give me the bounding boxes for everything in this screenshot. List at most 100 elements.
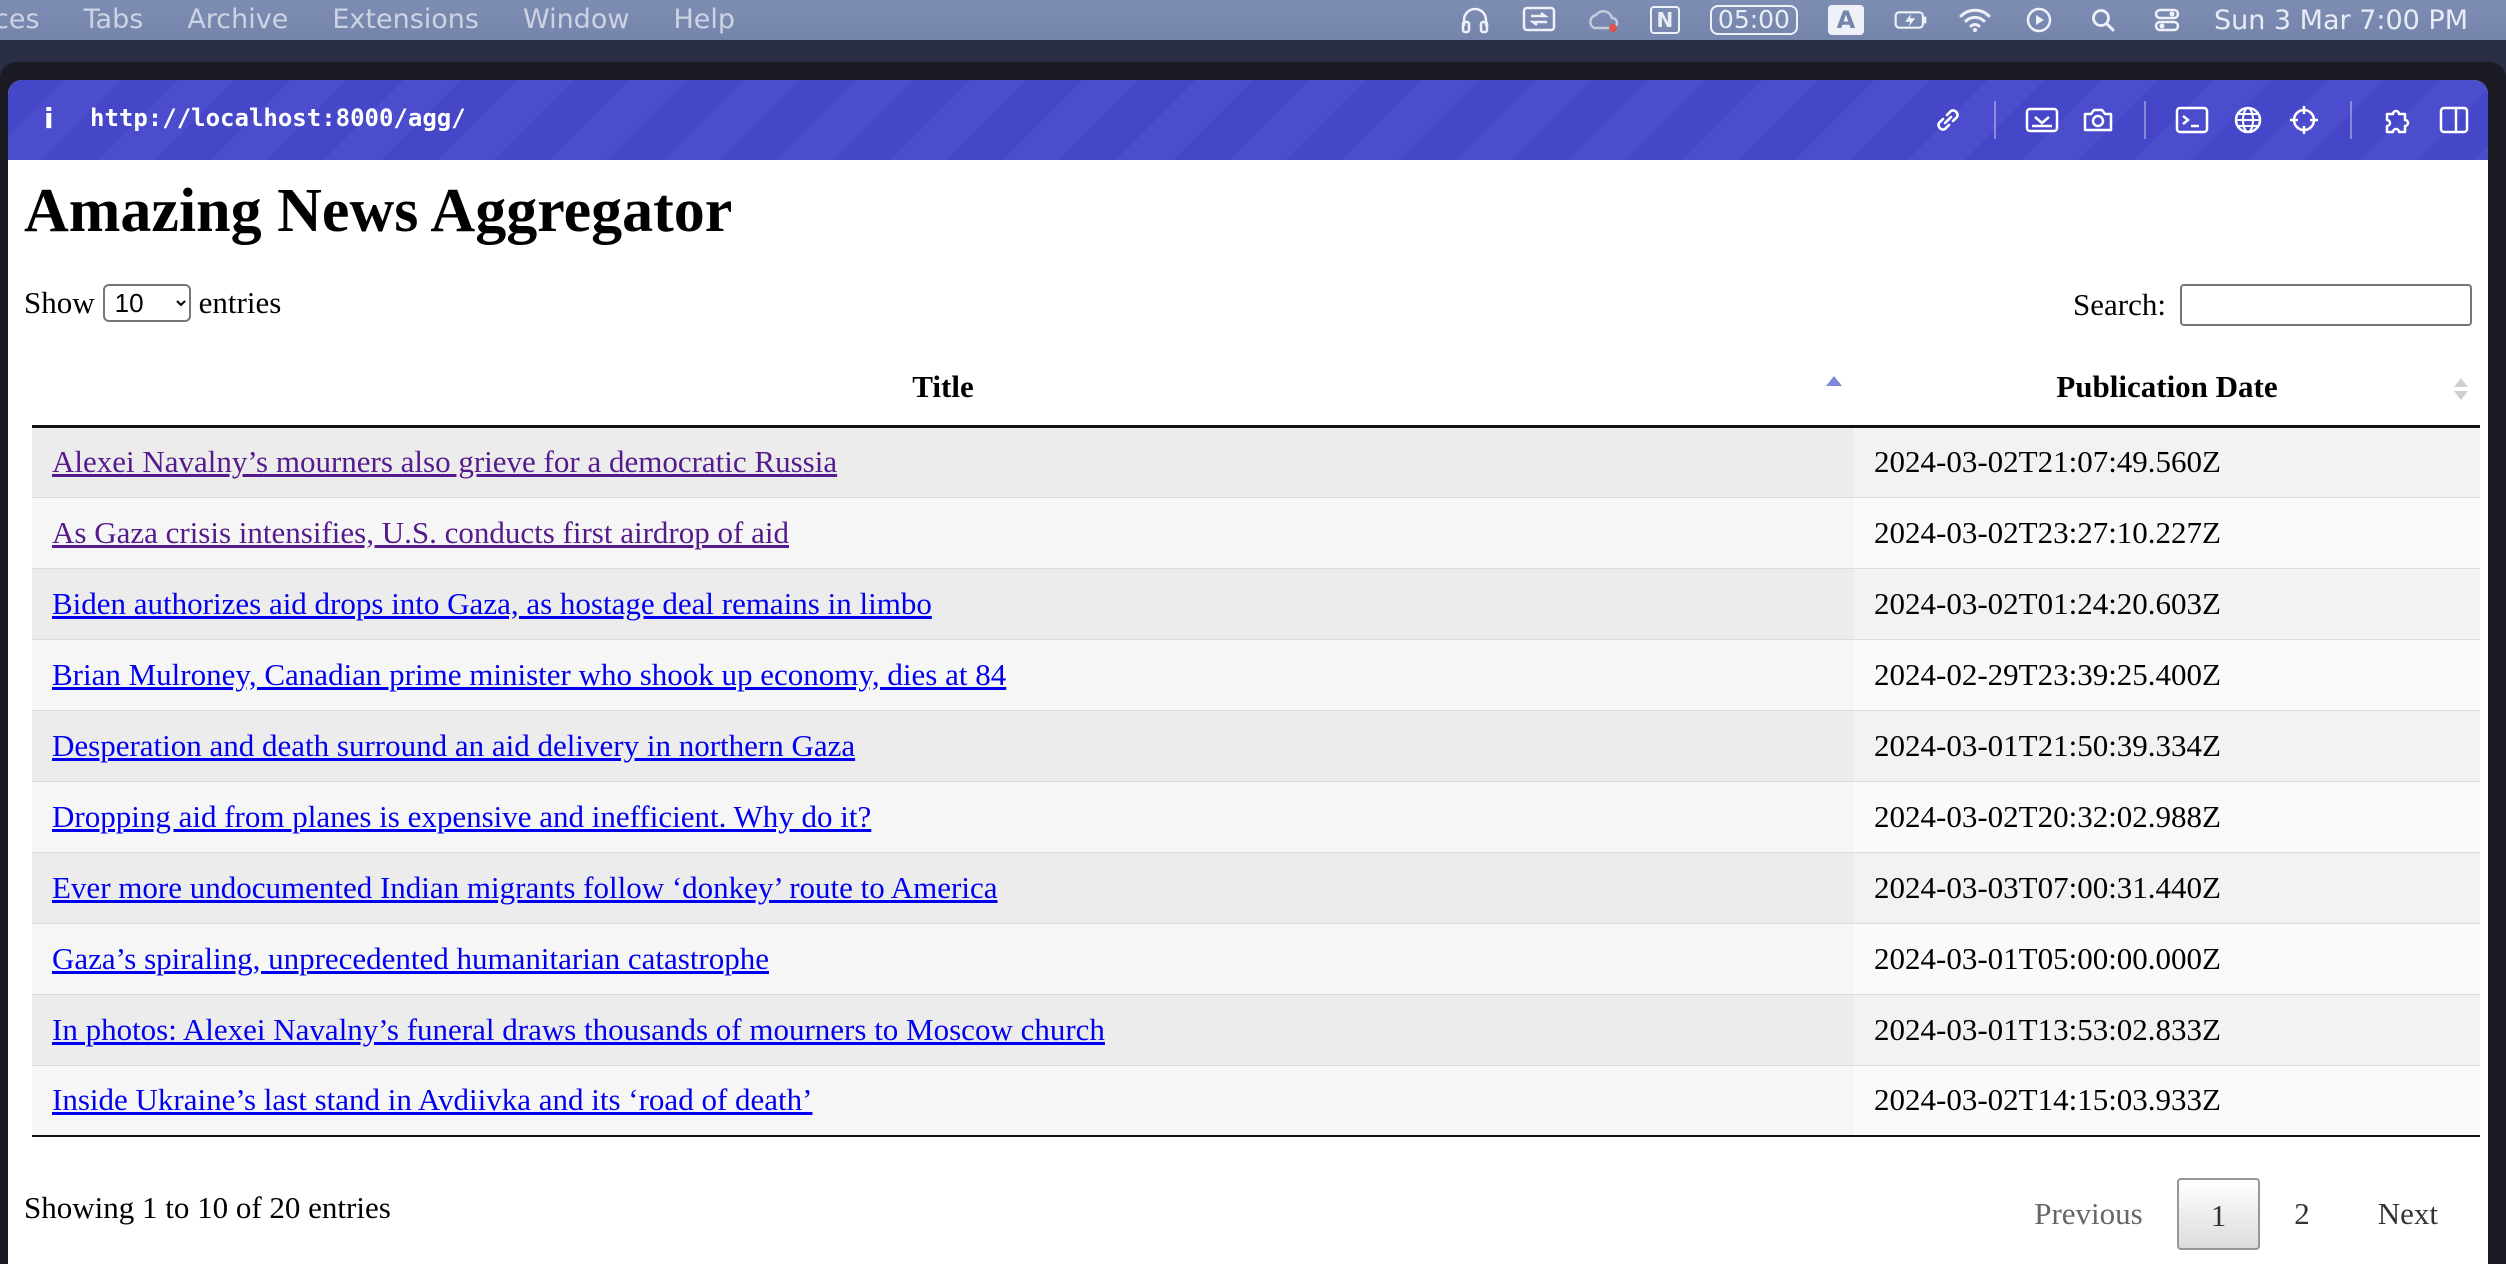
terminal-icon[interactable] (2174, 102, 2210, 138)
publication-date-cell: 2024-03-02T23:27:10.227Z (1854, 497, 2480, 568)
menu-item-services[interactable]: ces (0, 4, 40, 35)
length-suffix: entries (198, 285, 282, 320)
column-header-title[interactable]: Title (32, 350, 1854, 428)
sidebar-toggle-icon[interactable] (2436, 102, 2472, 138)
entries-select[interactable]: 10 (102, 284, 191, 322)
publication-date-cell: 2024-03-02T21:07:49.560Z (1854, 426, 2480, 497)
title-cell: Dropping aid from planes is expensive an… (32, 781, 1854, 852)
title-cell: Brian Mulroney, Canadian prime minister … (32, 639, 1854, 710)
url-field[interactable]: http://localhost:8000/agg/ (90, 104, 466, 132)
screen-sync-icon[interactable] (1522, 6, 1556, 34)
table-controls: Show 10 entries Search: (24, 270, 2472, 330)
article-link[interactable]: Alexei Navalny’s mourners also grieve fo… (52, 444, 837, 479)
search-control: Search: (2073, 284, 2472, 326)
page-title: Amazing News Aggregator (24, 177, 733, 245)
extensions-icon[interactable] (2380, 102, 2416, 138)
article-link[interactable]: Gaza’s spiraling, unprecedented humanita… (52, 941, 769, 976)
table-row: In photos: Alexei Navalny’s funeral draw… (32, 994, 2480, 1065)
table-row: As Gaza crisis intensifies, U.S. conduct… (32, 497, 2480, 568)
article-link[interactable]: Ever more undocumented Indian migrants f… (52, 870, 998, 905)
column-header-date-label: Publication Date (2056, 369, 2278, 405)
table-row: Dropping aid from planes is expensive an… (32, 781, 2480, 852)
timer-display[interactable]: 05:00 (1709, 5, 1798, 35)
table-header-row: Title Publication Date (32, 350, 2480, 428)
table-row: Brian Mulroney, Canadian prime minister … (32, 639, 2480, 710)
pagination: Previous 1 2 Next (2000, 1178, 2472, 1250)
input-source-icon[interactable]: A (1827, 5, 1864, 35)
page-button-2[interactable]: 2 (2260, 1178, 2344, 1250)
title-cell: In photos: Alexei Navalny’s funeral draw… (32, 994, 1854, 1065)
globe-icon[interactable] (2230, 102, 2266, 138)
title-cell: Gaza’s spiraling, unprecedented humanita… (32, 923, 1854, 994)
length-prefix: Show (24, 285, 95, 320)
title-cell: Desperation and death surround an aid de… (32, 710, 1854, 781)
control-center-icon[interactable] (2150, 6, 2184, 34)
search-label: Search: (2073, 287, 2166, 322)
crosshair-icon[interactable] (2286, 102, 2322, 138)
title-cell: Ever more undocumented Indian migrants f… (32, 852, 1854, 923)
publication-date-cell: 2024-03-02T14:15:03.933Z (1854, 1065, 2480, 1136)
menu-bar: ces Tabs Archive Extensions Window Help … (0, 0, 2506, 40)
search-icon[interactable] (2086, 6, 2120, 34)
link-icon[interactable] (1930, 102, 1966, 138)
app-menus: ces Tabs Archive Extensions Window Help (0, 4, 779, 35)
next-page-button[interactable]: Next (2344, 1178, 2472, 1250)
menu-item-window[interactable]: Window (523, 4, 629, 35)
article-link[interactable]: Dropping aid from planes is expensive an… (52, 799, 871, 834)
status-area: N 05:00 A Sun 3 Mar 7:00 PM (1428, 0, 2468, 40)
table-row: Gaza’s spiraling, unprecedented humanita… (32, 923, 2480, 994)
search-input[interactable] (2180, 284, 2472, 326)
screenshot-area-icon[interactable] (2024, 102, 2060, 138)
article-link[interactable]: Desperation and death surround an aid de… (52, 728, 855, 763)
table-row: Desperation and death surround an aid de… (32, 710, 2480, 781)
article-link[interactable]: In photos: Alexei Navalny’s funeral draw… (52, 1012, 1105, 1047)
page-button-1[interactable]: 1 (2176, 1178, 2261, 1250)
column-header-publication-date[interactable]: Publication Date (1854, 350, 2480, 428)
publication-date-cell: 2024-03-01T05:00:00.000Z (1854, 923, 2480, 994)
title-cell: Inside Ukraine’s last stand in Avdiivka … (32, 1065, 1854, 1136)
publication-date-cell: 2024-02-29T23:39:25.400Z (1854, 639, 2480, 710)
table-row: Inside Ukraine’s last stand in Avdiivka … (32, 1065, 2480, 1136)
menu-item-extensions[interactable]: Extensions (332, 4, 479, 35)
toolbar-tools (1910, 80, 2472, 160)
sort-neutral-icon (2454, 378, 2468, 400)
publication-date-cell: 2024-03-02T20:32:02.988Z (1854, 781, 2480, 852)
article-link[interactable]: Biden authorizes aid drops into Gaza, as… (52, 586, 932, 621)
creative-cloud-icon[interactable] (1586, 6, 1620, 34)
notion-icon[interactable]: N (1649, 6, 1680, 34)
battery-icon[interactable] (1894, 6, 1928, 34)
table-row: Alexei Navalny’s mourners also grieve fo… (32, 426, 2480, 497)
article-link[interactable]: As Gaza crisis intensifies, U.S. conduct… (52, 515, 789, 550)
publication-date-cell: 2024-03-01T21:50:39.334Z (1854, 710, 2480, 781)
title-cell: Biden authorizes aid drops into Gaza, as… (32, 568, 1854, 639)
title-cell: As Gaza crisis intensifies, U.S. conduct… (32, 497, 1854, 568)
table-row: Ever more undocumented Indian migrants f… (32, 852, 2480, 923)
publication-date-cell: 2024-03-01T13:53:02.833Z (1854, 994, 2480, 1065)
previous-page-button[interactable]: Previous (2000, 1178, 2177, 1250)
toolbar-separator (2144, 101, 2146, 139)
camera-icon[interactable] (2080, 102, 2116, 138)
publication-date-cell: 2024-03-03T07:00:31.440Z (1854, 852, 2480, 923)
entries-length-control: Show 10 entries (24, 284, 281, 322)
browser-toolbar: i http://localhost:8000/agg/ (8, 80, 2488, 160)
menu-item-tabs[interactable]: Tabs (84, 4, 144, 35)
article-link[interactable]: Inside Ukraine’s last stand in Avdiivka … (52, 1082, 812, 1117)
toolbar-separator (2350, 101, 2352, 139)
wifi-icon[interactable] (1958, 6, 1992, 34)
sort-ascending-icon (1826, 376, 1842, 386)
menu-item-help[interactable]: Help (673, 4, 735, 35)
table-row: Biden authorizes aid drops into Gaza, as… (32, 568, 2480, 639)
clock[interactable]: Sun 3 Mar 7:00 PM (2214, 5, 2468, 36)
headphones-icon[interactable] (1458, 6, 1492, 34)
browser-window: i http://localhost:8000/agg/ Amazing New… (8, 80, 2488, 1264)
title-cell: Alexei Navalny’s mourners also grieve fo… (32, 426, 1854, 497)
news-table: Title Publication Date Alexei Navalny’s … (32, 350, 2480, 1137)
toolbar-separator (1994, 101, 1996, 139)
table-info: Showing 1 to 10 of 20 entries (24, 1190, 391, 1225)
play-icon[interactable] (2022, 6, 2056, 34)
article-link[interactable]: Brian Mulroney, Canadian prime minister … (52, 657, 1006, 692)
info-icon[interactable]: i (44, 102, 54, 135)
publication-date-cell: 2024-03-02T01:24:20.603Z (1854, 568, 2480, 639)
column-header-title-label: Title (912, 369, 974, 405)
menu-item-archive[interactable]: Archive (187, 4, 288, 35)
